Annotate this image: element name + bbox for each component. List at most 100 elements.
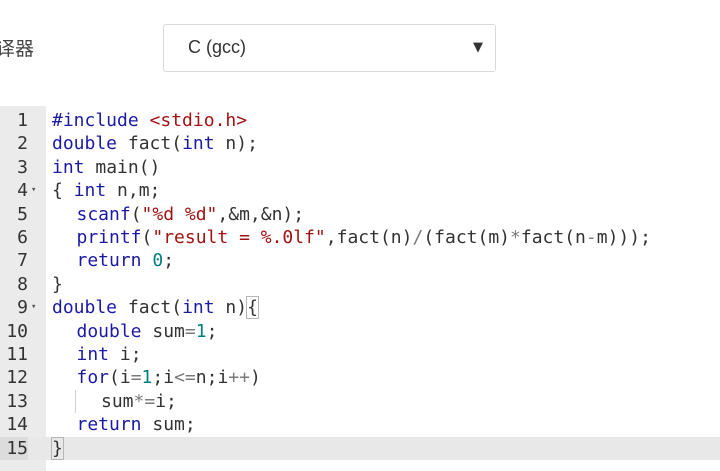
code-token: sum — [101, 390, 134, 412]
fold-toggle-icon[interactable]: ▾ — [31, 179, 43, 202]
code-token: n,m; — [106, 180, 161, 202]
line-number: 15 — [0, 436, 28, 460]
code-token: double — [76, 320, 142, 342]
code-line[interactable]: 3 int main() — [0, 156, 720, 179]
indent-guide — [75, 389, 76, 414]
code-token: ; — [163, 250, 175, 272]
line-number: 5 — [17, 203, 28, 225]
code-content: sum*=i; — [101, 390, 177, 413]
code-token: <stdio.h> — [149, 110, 248, 131]
code-content: scanf("%d %d",&m,&n); — [77, 203, 305, 226]
code-editor[interactable]: 1 #include <stdio.h> 2 double fact(int n); 3… — [0, 106, 720, 471]
line-number: 8 — [17, 273, 28, 295]
line-number: 6 — [17, 227, 28, 248]
code-line[interactable]: 1 #include <stdio.h> — [0, 109, 720, 132]
code-content: int main() — [52, 156, 160, 179]
line-number: 13 — [6, 390, 28, 412]
code-token: return — [76, 414, 142, 436]
code-content: double fact(int n); — [52, 132, 258, 155]
code-line[interactable]: 6 printf("result = %.0lf",fact(n)/(fact(m… — [0, 226, 720, 249]
code-content: #include <stdio.h> — [52, 109, 247, 132]
code-content: } — [52, 273, 63, 296]
code-token: i; — [109, 344, 142, 365]
code-token: 1 — [195, 320, 207, 342]
code-token: for — [76, 367, 110, 389]
code-token: printf — [76, 227, 142, 248]
compiler-select-value: C (gcc) — [188, 37, 246, 57]
code-token: 0 — [152, 250, 164, 272]
line-number: 3 — [17, 156, 28, 178]
caret-down-icon: ▼ — [473, 40, 483, 55]
code-token: * — [510, 227, 521, 248]
code-token: sum; — [141, 414, 196, 436]
code-token: - — [585, 227, 597, 248]
code-token: (fact(m) — [423, 227, 511, 248]
code-token: ; — [206, 320, 218, 342]
code-token: 1 — [141, 367, 153, 389]
code-line[interactable]: 5 scanf("%d %d",&m,&n); — [0, 203, 720, 226]
code-token: ;i — [152, 367, 175, 389]
code-content: for(i=1;i<=n;i++) — [77, 366, 261, 389]
code-token: fact( — [117, 297, 183, 319]
code-line[interactable]: 8} — [0, 273, 720, 296]
code-token: *= — [133, 390, 156, 412]
code-token: fact( — [117, 133, 183, 155]
code-token: ( — [130, 203, 142, 225]
code-token: m))); — [596, 227, 651, 248]
code-token: (i — [109, 367, 131, 389]
compiler-select[interactable]: C (gcc) ▼ — [163, 24, 496, 72]
code-token: = — [130, 367, 142, 389]
line-number: 1 — [17, 110, 28, 131]
code-content: } — [51, 436, 64, 460]
line-number: 12 — [6, 367, 28, 389]
code-line[interactable]: 7 return 0; — [0, 249, 720, 272]
code-token: } — [51, 436, 64, 460]
code-line[interactable]: 13 sum*=i; — [0, 389, 720, 414]
line-number: 10 — [6, 320, 28, 342]
code-token: n); — [214, 133, 258, 155]
compiler-label: 译器 — [0, 38, 35, 60]
code-token: int — [182, 297, 215, 319]
code-token: int — [52, 156, 85, 178]
code-token: "result = %.0lf" — [152, 227, 326, 248]
code-token: int — [76, 344, 110, 365]
line-number: 9 — [17, 297, 28, 319]
code-token: main() — [84, 156, 161, 178]
line-number: 14 — [6, 414, 28, 436]
code-token: i; — [155, 390, 177, 412]
code-content: double fact(int n){ — [52, 296, 259, 320]
code-token: fact(n — [520, 227, 586, 248]
code-token: sum — [141, 320, 185, 342]
code-content: printf("result = %.0lf",fact(n)/(fact(m)… — [77, 226, 651, 249]
code-token: "%d %d" — [141, 203, 218, 225]
code-line[interactable]: 10 double sum=1; — [0, 320, 720, 343]
code-line[interactable]: 11 int i; — [0, 343, 720, 366]
fold-toggle-icon[interactable]: ▾ — [31, 296, 43, 319]
code-token: ( — [141, 227, 153, 248]
code-token: #include — [52, 110, 150, 131]
code-token: / — [412, 227, 424, 248]
code-token: n) — [214, 297, 248, 319]
code-line[interactable]: 2 double fact(int n); — [0, 132, 720, 155]
code-content: double sum=1; — [77, 320, 218, 343]
code-token: int — [182, 133, 215, 155]
line-number: 2 — [17, 133, 28, 155]
code-token: { — [246, 296, 259, 320]
code-token: int — [73, 180, 107, 202]
code-token: } — [52, 273, 63, 295]
code-line[interactable]: 9 ▾ double fact(int n){ — [0, 296, 720, 320]
code-line[interactable]: 15} — [0, 436, 720, 460]
code-token: = — [184, 320, 196, 342]
code-line[interactable]: 12 for(i=1;i<=n;i++) — [0, 366, 720, 389]
code-line[interactable]: 4 ▾ { int n,m; — [0, 179, 720, 202]
code-content: int i; — [77, 343, 142, 366]
code-token: ) — [249, 367, 261, 389]
line-number: 11 — [6, 344, 28, 365]
code-line[interactable]: 14 return sum; — [0, 413, 720, 436]
code-token: return — [76, 250, 142, 272]
code-content: return 0; — [77, 249, 175, 272]
code-content: { int n,m; — [52, 179, 160, 202]
code-token: n;i — [195, 367, 229, 389]
code-token: ,&m,&n); — [217, 203, 305, 225]
